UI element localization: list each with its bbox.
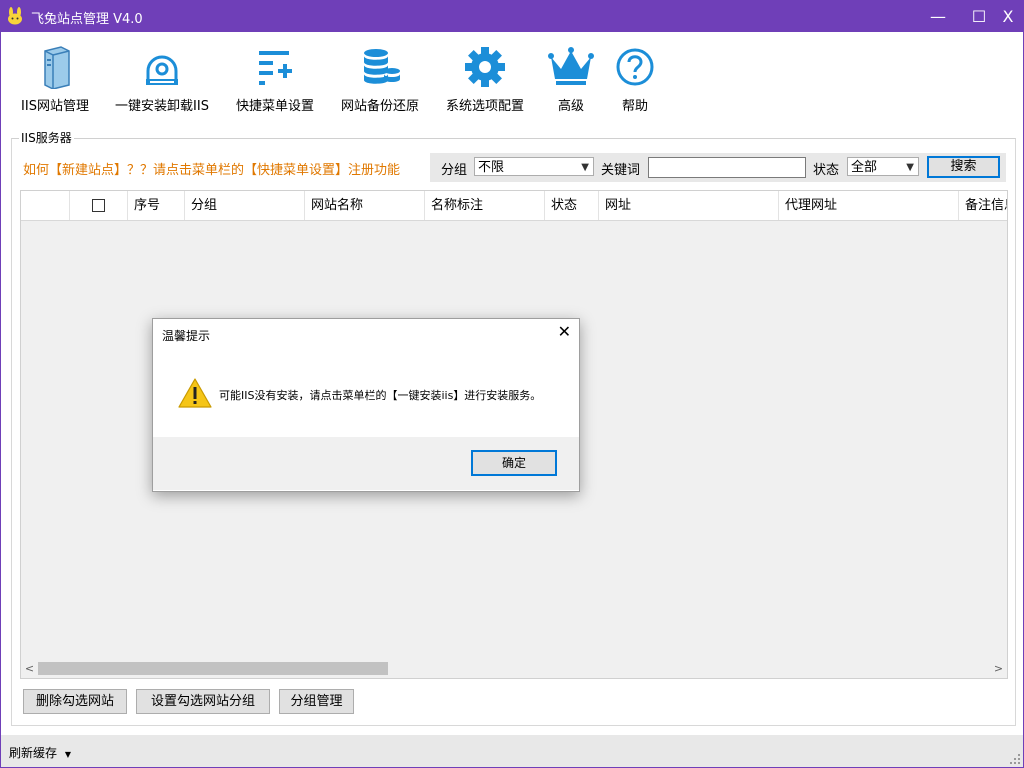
status-filter-label: 状态 [813, 163, 840, 178]
toolbar-system-options[interactable]: 系统选项配置 [441, 45, 529, 114]
select-all-checkbox[interactable] [92, 199, 105, 212]
column-header-site-name[interactable]: 网站名称 [305, 191, 425, 220]
toolbar-label: 一键安装卸载IIS [115, 99, 209, 114]
toolbar-label: 帮助 [621, 99, 648, 114]
database-icon [364, 49, 400, 84]
column-header-status[interactable]: 状态 [545, 191, 599, 220]
chevron-down-icon: ▼ [906, 162, 914, 173]
column-header-index[interactable]: 序号 [128, 191, 185, 220]
toolbar-label: 网站备份还原 [340, 99, 419, 114]
toolbar-label: 系统选项配置 [445, 99, 524, 114]
filter-bar: 分组 不限 ▼ 关键词 状态 全部 ▼ 搜索 [430, 153, 1006, 182]
resize-grip-icon[interactable] [1010, 754, 1020, 764]
toolbar-quick-menu[interactable]: 快捷菜单设置 [231, 45, 319, 114]
dialog-close-button[interactable]: ✕ [558, 322, 571, 341]
minimize-button[interactable]: — [921, 1, 955, 32]
grid-header: 序号 分组 网站名称 名称标注 状态 网址 代理网址 备注信息 [21, 191, 1007, 221]
column-header-remarks[interactable]: 备注信息 [959, 191, 1007, 220]
status-bar: 刷新缓存 ▼ [1, 735, 1023, 767]
delete-checked-sites-button[interactable]: 删除勾选网站 [23, 689, 127, 714]
toolbar-advanced[interactable]: 高级 [547, 45, 595, 114]
group-filter-select[interactable]: 不限 ▼ [474, 157, 594, 176]
server-icon [44, 46, 70, 89]
menu-add-icon [259, 51, 292, 85]
column-header-name-note[interactable]: 名称标注 [425, 191, 545, 220]
chevron-down-icon: ▼ [581, 162, 589, 173]
group-filter-label: 分组 [441, 163, 468, 178]
caret-down-icon: ▼ [64, 750, 71, 759]
gear-icon [465, 47, 505, 87]
toolbar-help[interactable]: 帮助 [611, 45, 659, 114]
column-header-url[interactable]: 网址 [599, 191, 779, 220]
scroll-left-icon[interactable]: < [21, 660, 38, 677]
help-icon [616, 48, 654, 86]
scroll-thumb[interactable] [38, 662, 388, 675]
keyword-input[interactable] [648, 157, 806, 178]
refresh-cache-dropdown[interactable]: 刷新缓存 ▼ [9, 744, 71, 761]
rabbit-logo-icon [8, 7, 22, 25]
window-title: 飞兔站点管理 V4.0 [31, 12, 143, 27]
toolbar-iis-site-manage[interactable]: IIS网站管理 [17, 45, 93, 114]
dialog-message: 可能IIS没有安装，请点击菜单栏的【一键安装iis】进行安装服务。 [219, 389, 542, 402]
toolbar-label: 高级 [557, 99, 584, 114]
toolbar-backup-restore[interactable]: 网站备份还原 [336, 45, 424, 114]
close-button[interactable]: X [991, 1, 1024, 32]
toolbar-install-iis[interactable]: 一键安装卸载IIS [109, 45, 215, 114]
ok-button[interactable]: 确定 [471, 450, 557, 476]
column-header-row-indicator [21, 191, 70, 220]
app-window: 飞兔站点管理 V4.0 — ☐ X IIS网站管理 一键安装卸载IIS 快捷菜单… [0, 0, 1024, 768]
main-toolbar: IIS网站管理 一键安装卸载IIS 快捷菜单设置 网站备份还原 系统选项配置 高… [1, 33, 1023, 121]
group-manage-button[interactable]: 分组管理 [279, 689, 354, 714]
dialog-footer: 确定 [153, 437, 579, 490]
group-filter-value: 不限 [478, 160, 505, 175]
toolbar-label: 快捷菜单设置 [235, 99, 314, 114]
group-title: IIS服务器 [19, 129, 74, 146]
title-bar: 飞兔站点管理 V4.0 — ☐ X [1, 1, 1023, 32]
search-button[interactable]: 搜索 [927, 156, 1000, 178]
new-site-hint: 如何【新建站点】？？请点击菜单栏的【快捷菜单设置】注册功能 [23, 163, 401, 178]
warning-icon [178, 378, 212, 408]
horizontal-scrollbar[interactable]: < > [21, 660, 1007, 677]
status-filter-select[interactable]: 全部 ▼ [847, 157, 919, 176]
crown-icon [548, 47, 594, 85]
disk-install-icon [146, 55, 178, 85]
refresh-cache-label: 刷新缓存 [9, 746, 58, 760]
status-filter-value: 全部 [851, 160, 878, 175]
keyword-label: 关键词 [601, 163, 641, 178]
column-header-proxy-url[interactable]: 代理网址 [779, 191, 959, 220]
set-group-button[interactable]: 设置勾选网站分组 [136, 689, 270, 714]
warning-dialog: 温馨提示 ✕ 可能IIS没有安装，请点击菜单栏的【一键安装iis】进行安装服务。… [152, 318, 580, 492]
dialog-title: 温馨提示 [162, 329, 211, 343]
column-header-group[interactable]: 分组 [185, 191, 305, 220]
scroll-right-icon[interactable]: > [990, 660, 1007, 677]
toolbar-label: IIS网站管理 [21, 99, 89, 114]
